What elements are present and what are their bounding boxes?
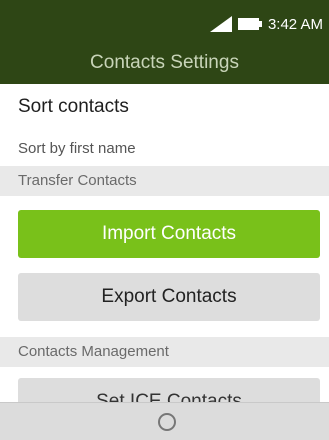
signal-icon (209, 16, 232, 32)
section-header-management: Contacts Management (0, 337, 329, 367)
sort-contacts-label: Sort contacts (18, 96, 129, 117)
page-title: Contacts Settings (90, 52, 239, 73)
export-contacts-button[interactable]: Export Contacts (18, 273, 320, 321)
status-bar: 3:42 AM (209, 14, 323, 34)
sort-contacts-value: Sort by first name (18, 140, 136, 157)
app-header: 3:42 AM Contacts Settings (0, 0, 329, 84)
section-header-transfer: Transfer Contacts (0, 166, 329, 196)
softkey-bar (0, 402, 329, 440)
import-contacts-button[interactable]: Import Contacts (18, 210, 320, 258)
circle-select-icon[interactable] (158, 413, 176, 431)
section-label-transfer: Transfer Contacts (18, 172, 137, 189)
battery-icon (237, 18, 262, 30)
sort-contacts-item[interactable]: Sort contacts Sort by first name (0, 92, 329, 157)
status-time: 3:42 AM (267, 15, 323, 33)
section-label-management: Contacts Management (18, 343, 169, 360)
